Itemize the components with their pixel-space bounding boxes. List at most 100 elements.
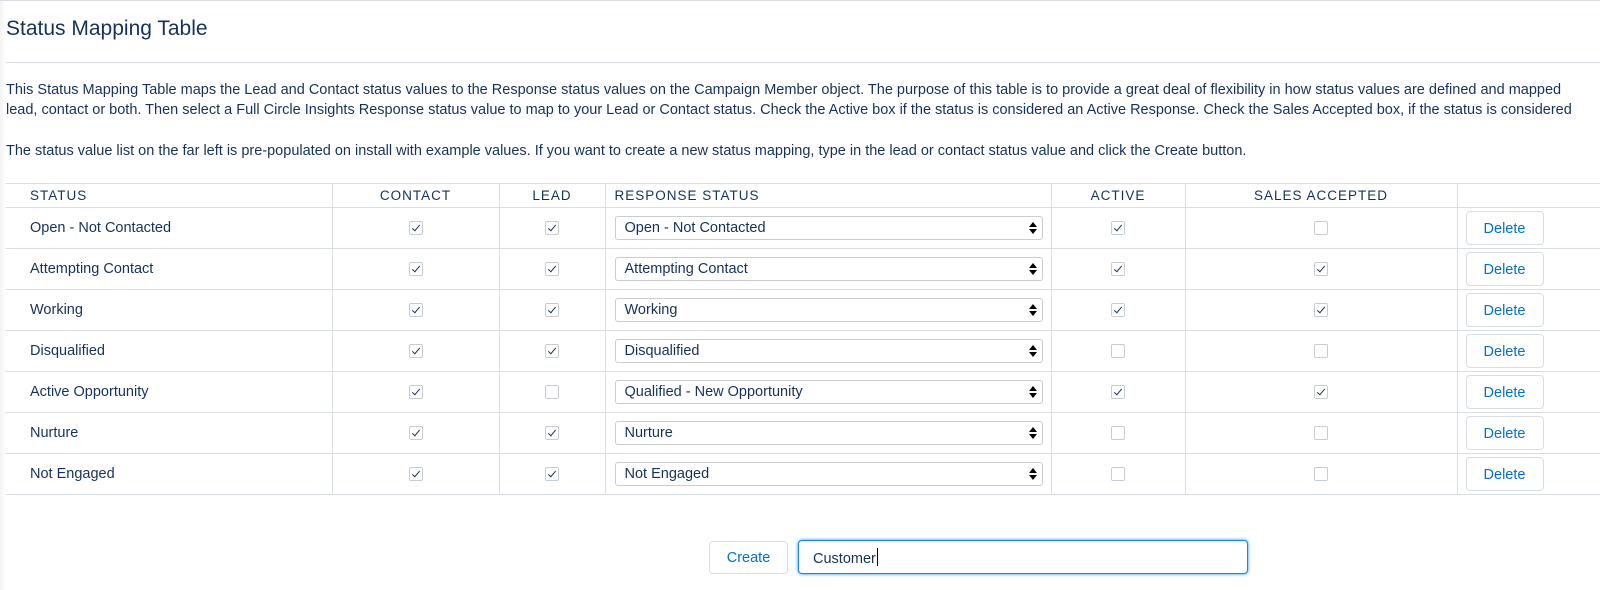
status-cell: Not Engaged — [5, 453, 333, 495]
actions-cell: Delete — [1457, 453, 1600, 495]
new-status-input-value: Customer — [813, 551, 876, 567]
select-arrows-icon — [1028, 384, 1037, 400]
actions-cell: Delete — [1457, 248, 1600, 290]
contact-cell — [332, 453, 500, 495]
status-cell: Nurture — [5, 412, 333, 454]
response-status-value: Working — [624, 302, 678, 318]
description-line-1: This Status Mapping Table maps the Lead … — [6, 82, 1562, 98]
lead-checkbox[interactable] — [545, 344, 559, 359]
sales-accepted-cell — [1185, 453, 1458, 495]
active-cell — [1051, 330, 1186, 372]
lead-checkbox[interactable] — [545, 221, 559, 236]
response-status-cell: Nurture — [605, 412, 1052, 454]
status-cell: Disqualified — [5, 330, 333, 372]
lead-checkbox[interactable] — [545, 303, 559, 318]
active-checkbox[interactable] — [1111, 221, 1125, 236]
table-row: Open - Not Contacted Open - Not Contacted… — [5, 207, 1600, 249]
lead-cell — [499, 248, 606, 290]
delete-button[interactable]: Delete — [1465, 416, 1544, 450]
sales-accepted-checkbox[interactable] — [1314, 467, 1328, 482]
lead-checkbox[interactable] — [545, 385, 559, 400]
status-cell: Active Opportunity — [5, 371, 333, 413]
delete-button[interactable]: Delete — [1465, 334, 1544, 368]
select-arrows-icon — [1028, 302, 1037, 318]
delete-button[interactable]: Delete — [1465, 252, 1544, 286]
response-status-select[interactable]: Qualified - New Opportunity — [614, 380, 1043, 404]
contact-checkbox[interactable] — [408, 385, 423, 400]
table-body: Open - Not Contacted Open - Not Contacted… — [5, 207, 1600, 495]
select-arrows-icon — [1028, 220, 1037, 236]
sales-accepted-checkbox[interactable] — [1314, 221, 1328, 236]
description-line-2: lead, contact or both. Then select a Ful… — [6, 102, 1572, 118]
contact-cell — [332, 371, 500, 413]
create-button[interactable]: Create — [709, 541, 788, 574]
contact-checkbox[interactable] — [408, 344, 423, 359]
active-checkbox[interactable] — [1111, 303, 1125, 318]
delete-button[interactable]: Delete — [1465, 375, 1544, 409]
contact-checkbox[interactable] — [408, 467, 423, 482]
contact-cell — [332, 412, 500, 454]
actions-cell: Delete — [1457, 207, 1600, 249]
active-cell — [1051, 412, 1186, 454]
lead-checkbox[interactable] — [545, 262, 559, 277]
active-checkbox[interactable] — [1111, 262, 1125, 277]
lead-cell — [499, 371, 606, 413]
response-status-cell: Not Engaged — [605, 453, 1052, 495]
active-cell — [1051, 248, 1186, 290]
sales-accepted-cell — [1185, 330, 1458, 372]
response-status-select[interactable]: Attempting Contact — [614, 257, 1043, 281]
sales-accepted-cell — [1185, 371, 1458, 413]
delete-button[interactable]: Delete — [1465, 293, 1544, 327]
active-cell — [1051, 207, 1186, 249]
lead-checkbox[interactable] — [545, 426, 559, 441]
select-arrows-icon — [1028, 343, 1037, 359]
table-row: Nurture Nurture Delete — [5, 412, 1600, 454]
response-status-select[interactable]: Open - Not Contacted — [614, 216, 1043, 240]
active-checkbox[interactable] — [1111, 344, 1125, 359]
response-status-select[interactable]: Disqualified — [614, 339, 1043, 363]
select-arrows-icon — [1028, 425, 1037, 441]
active-checkbox[interactable] — [1111, 426, 1125, 441]
active-checkbox[interactable] — [1111, 385, 1125, 400]
lead-cell — [499, 330, 606, 372]
lead-cell — [499, 289, 606, 331]
sales-accepted-checkbox[interactable] — [1314, 426, 1328, 441]
table-header-row: STATUS CONTACT LEAD RESPONSE STATUS ACTI… — [5, 183, 1600, 208]
contact-checkbox[interactable] — [408, 426, 423, 441]
response-status-select[interactable]: Not Engaged — [614, 462, 1043, 486]
table-row: Working Working Delete — [5, 289, 1600, 331]
response-status-value: Nurture — [624, 425, 673, 441]
actions-cell: Delete — [1457, 330, 1600, 372]
response-status-value: Open - Not Contacted — [624, 220, 766, 236]
active-checkbox[interactable] — [1111, 467, 1125, 482]
sales-accepted-checkbox[interactable] — [1314, 303, 1328, 318]
lead-checkbox[interactable] — [545, 467, 559, 482]
table-row: Disqualified Disqualified Delete — [5, 330, 1600, 372]
lead-cell — [499, 412, 606, 454]
table-row: Attempting Contact Attempting Contact Dele… — [5, 248, 1600, 290]
status-cell: Open - Not Contacted — [5, 207, 333, 249]
header-active: ACTIVE — [1051, 183, 1186, 208]
response-status-select[interactable]: Working — [614, 298, 1043, 322]
sales-accepted-checkbox[interactable] — [1314, 385, 1328, 400]
actions-cell: Delete — [1457, 289, 1600, 331]
select-arrows-icon — [1028, 261, 1037, 277]
contact-checkbox[interactable] — [408, 221, 423, 236]
sales-accepted-checkbox[interactable] — [1314, 262, 1328, 277]
header-sales-accepted: SALES ACCEPTED — [1185, 183, 1458, 208]
response-status-select[interactable]: Nurture — [614, 421, 1043, 445]
delete-button[interactable]: Delete — [1465, 211, 1544, 245]
select-arrows-icon — [1028, 466, 1037, 482]
status-mapping-table: STATUS CONTACT LEAD RESPONSE STATUS ACTI… — [5, 183, 1600, 495]
header-status: STATUS — [5, 183, 333, 208]
new-status-input[interactable]: Customer — [798, 540, 1248, 574]
header-actions — [1457, 183, 1600, 208]
delete-button[interactable]: Delete — [1465, 457, 1544, 491]
contact-cell — [332, 207, 500, 249]
contact-checkbox[interactable] — [408, 262, 423, 277]
contact-checkbox[interactable] — [408, 303, 423, 318]
response-status-value: Disqualified — [624, 343, 700, 359]
contact-cell — [332, 248, 500, 290]
sales-accepted-cell — [1185, 207, 1458, 249]
sales-accepted-checkbox[interactable] — [1314, 344, 1328, 359]
